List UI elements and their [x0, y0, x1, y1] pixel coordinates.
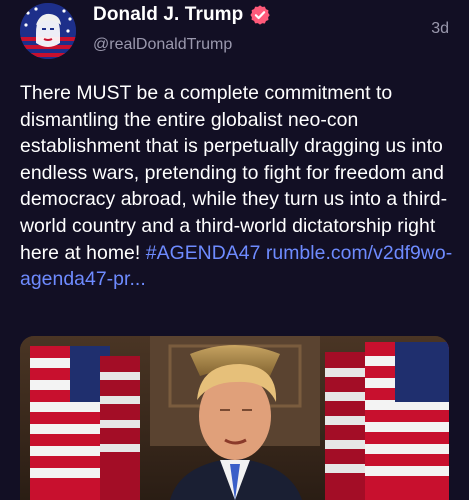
author-display-name[interactable]: Donald J. Trump: [93, 4, 243, 26]
verified-badge-icon: [249, 4, 271, 26]
flag-portrait-avatar-icon: [20, 3, 76, 59]
author-handle[interactable]: @realDonaldTrump: [93, 36, 232, 54]
post-body: There MUST be a complete commitment to d…: [20, 80, 456, 293]
hashtag-link[interactable]: #AGENDA47: [146, 242, 261, 264]
author-name-row: Donald J. Trump: [93, 4, 271, 26]
post-card: Donald J. Trump @realDonaldTrump 3d Ther…: [0, 0, 469, 500]
speaker-with-flags-thumbnail-icon: [20, 336, 449, 500]
post-text: There MUST be a complete commitment to d…: [20, 82, 448, 264]
author-avatar[interactable]: [20, 3, 76, 59]
post-timestamp[interactable]: 3d: [431, 20, 449, 38]
video-thumbnail[interactable]: [20, 336, 449, 500]
